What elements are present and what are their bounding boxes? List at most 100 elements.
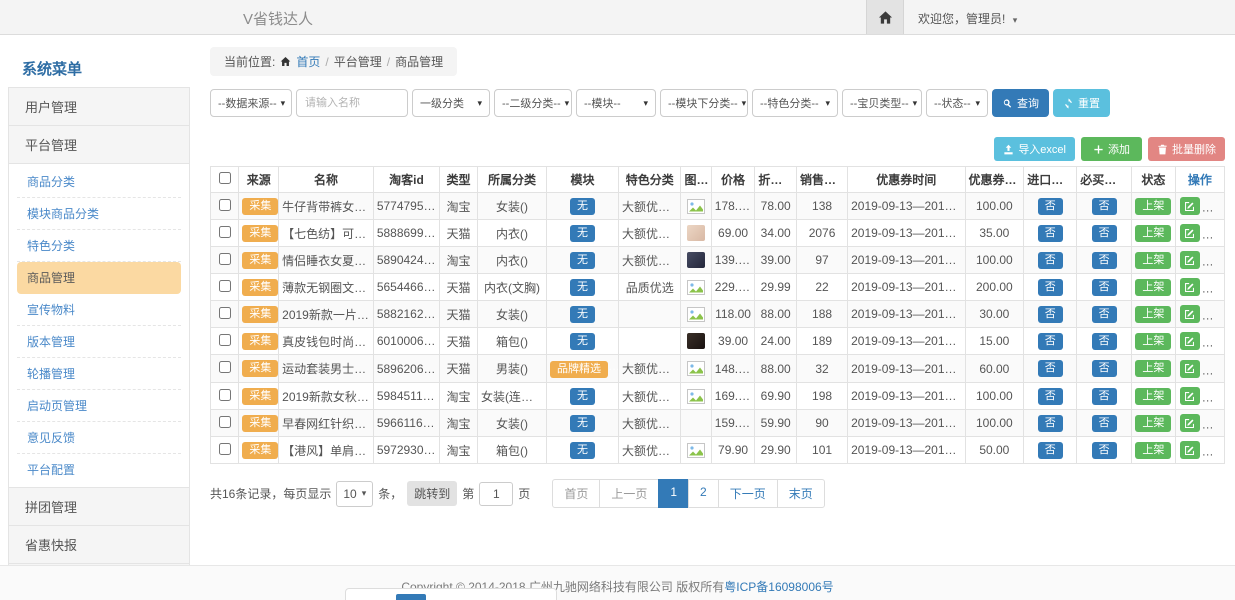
must-buy-badge[interactable]: 否	[1092, 225, 1117, 242]
sidebar-item-splash-page-management[interactable]: 启动页管理	[17, 390, 181, 422]
import-select-badge[interactable]: 否	[1038, 442, 1063, 459]
row-checkbox[interactable]	[219, 226, 231, 238]
sidebar-item-group-buy-management[interactable]: 拼团管理	[8, 487, 190, 526]
operations-cell	[1175, 410, 1224, 437]
data-source-select[interactable]: --数据来源--▾	[210, 89, 292, 117]
status-badge[interactable]: 上架	[1135, 198, 1171, 215]
sidebar-item-feedback[interactable]: 意见反馈	[17, 422, 181, 454]
must-buy-badge[interactable]: 否	[1092, 306, 1117, 323]
sidebar-item-module-goods-category[interactable]: 模块商品分类	[17, 198, 181, 230]
must-buy-badge[interactable]: 否	[1092, 198, 1117, 215]
import-select-badge[interactable]: 否	[1038, 388, 1063, 405]
breadcrumb-home-link[interactable]: 首页	[296, 53, 320, 70]
sidebar-item-goods-management[interactable]: 商品管理	[17, 262, 181, 294]
reset-button[interactable]: 重置	[1053, 89, 1110, 117]
icon-cell	[681, 355, 711, 383]
feature-category-filter-select[interactable]: --特色分类--▾	[752, 89, 838, 117]
status-badge[interactable]: 上架	[1135, 225, 1171, 242]
import-select-badge[interactable]: 否	[1038, 279, 1063, 296]
status-badge[interactable]: 上架	[1135, 442, 1171, 459]
row-checkbox[interactable]	[219, 361, 231, 373]
coupon-amount: 30.00	[965, 301, 1024, 328]
status-badge[interactable]: 上架	[1135, 252, 1171, 269]
edit-button[interactable]	[1180, 414, 1200, 432]
import-excel-button[interactable]: 导入excel	[994, 137, 1075, 161]
page-button-1[interactable]: 1	[658, 479, 689, 508]
must-buy-badge[interactable]: 否	[1092, 388, 1117, 405]
row-checkbox[interactable]	[219, 199, 231, 211]
query-button[interactable]: 查询	[992, 89, 1049, 117]
import-select-badge[interactable]: 否	[1038, 252, 1063, 269]
import-select-badge[interactable]: 否	[1038, 360, 1063, 377]
edit-button[interactable]	[1180, 332, 1200, 350]
icp-link[interactable]: 粤ICP备16098006号	[724, 580, 833, 594]
sidebar-item-platform-management[interactable]: 平台管理	[8, 125, 190, 164]
row-checkbox[interactable]	[219, 253, 231, 265]
edit-button[interactable]	[1180, 360, 1200, 378]
module-select[interactable]: --模块--▾	[576, 89, 656, 117]
module-subcategory-select[interactable]: --模块下分类--▾	[660, 89, 748, 117]
edit-button[interactable]	[1180, 305, 1200, 323]
page-button-1[interactable]: 上一页	[599, 479, 659, 508]
page-button-4[interactable]: 下一页	[718, 479, 778, 508]
import-select-badge[interactable]: 否	[1038, 225, 1063, 242]
row-checkbox[interactable]	[219, 307, 231, 319]
status-badge[interactable]: 上架	[1135, 415, 1171, 432]
home-button[interactable]	[866, 0, 904, 34]
goods-name-input[interactable]	[296, 89, 408, 117]
import-select-badge[interactable]: 否	[1038, 333, 1063, 350]
status-badge[interactable]: 上架	[1135, 360, 1171, 377]
page-button-2[interactable]: 2	[688, 479, 719, 508]
edit-button[interactable]	[1180, 224, 1200, 242]
level1-category-select[interactable]: 一级分类▾	[412, 89, 490, 117]
must-buy-badge[interactable]: 否	[1092, 333, 1117, 350]
row-checkbox[interactable]	[219, 280, 231, 292]
row-checkbox[interactable]	[219, 443, 231, 455]
sidebar-item-version-management[interactable]: 版本管理	[17, 326, 181, 358]
must-buy-badge[interactable]: 否	[1092, 442, 1117, 459]
sidebar-item-user-management[interactable]: 用户管理	[8, 87, 190, 126]
sidebar-item-saving-express[interactable]: 省惠快报	[8, 525, 190, 564]
edit-button[interactable]	[1180, 441, 1200, 459]
sidebar-item-goods-category[interactable]: 商品分类	[17, 166, 181, 198]
row-checkbox[interactable]	[219, 334, 231, 346]
select-all-checkbox[interactable]	[219, 172, 231, 184]
must-buy-badge[interactable]: 否	[1092, 279, 1117, 296]
batch-delete-button[interactable]: 批量删除	[1148, 137, 1225, 161]
user-menu[interactable]: 欢迎您，管理员! ▾	[918, 10, 1017, 27]
row-checkbox[interactable]	[219, 416, 231, 428]
level2-category-select[interactable]: --二级分类--▾	[494, 89, 572, 117]
must-buy-badge[interactable]: 否	[1092, 415, 1117, 432]
import-select-badge[interactable]: 否	[1038, 415, 1063, 432]
sidebar-item-platform-config[interactable]: 平台配置	[17, 454, 181, 485]
edit-button[interactable]	[1180, 278, 1200, 296]
pagination-summary: 共16条记录，每页显示 10 ▾ 条， 跳转到 第 页	[210, 481, 530, 507]
jump-page-input[interactable]	[479, 482, 513, 506]
page-button-0[interactable]: 首页	[552, 479, 600, 508]
status-badge[interactable]: 上架	[1135, 279, 1171, 296]
sidebar-item-carousel-management[interactable]: 轮播管理	[17, 358, 181, 390]
add-button[interactable]: 添加	[1081, 137, 1142, 161]
must-buy-badge[interactable]: 否	[1092, 360, 1117, 377]
edit-button[interactable]	[1180, 387, 1200, 405]
per-page-select[interactable]: 10 ▾	[336, 481, 373, 507]
page-button-5[interactable]: 末页	[777, 479, 825, 508]
must-buy-badge[interactable]: 否	[1092, 252, 1117, 269]
jump-button[interactable]: 跳转到	[407, 481, 457, 506]
edit-button[interactable]	[1180, 251, 1200, 269]
edit-button[interactable]	[1180, 197, 1200, 215]
import-select-badge[interactable]: 否	[1038, 306, 1063, 323]
item-type-select[interactable]: --宝贝类型--▾	[842, 89, 922, 117]
taoke-id: 596611634525	[373, 410, 439, 437]
import-select-badge[interactable]: 否	[1038, 198, 1063, 215]
sidebar-item-feature-category[interactable]: 特色分类	[17, 230, 181, 262]
topbar: V省钱达人 欢迎您，管理员! ▾	[0, 0, 1235, 35]
status-badge[interactable]: 上架	[1135, 306, 1171, 323]
sidebar-item-promo-material[interactable]: 宣传物料	[17, 294, 181, 326]
clipped-active-page-button[interactable]	[396, 594, 426, 600]
row-checkbox[interactable]	[219, 389, 231, 401]
module-cell: 无	[547, 220, 619, 247]
status-badge[interactable]: 上架	[1135, 333, 1171, 350]
status-select[interactable]: --状态--▾	[926, 89, 988, 117]
status-badge[interactable]: 上架	[1135, 388, 1171, 405]
